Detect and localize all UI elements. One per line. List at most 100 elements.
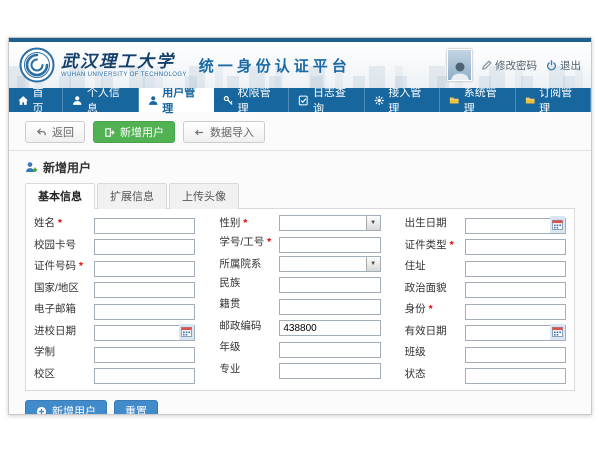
nav-item-user-management[interactable]: 用户管理 [139,88,214,112]
reset-button[interactable]: 重置 [114,400,158,415]
native-place-label: 籍贯 [219,296,279,315]
political-status-field [465,280,566,299]
data-import-label: 数据导入 [210,124,254,140]
home-icon [18,95,28,106]
class-label: 班级 [405,344,465,363]
grade-input[interactable] [279,342,380,358]
add-user-submit-button[interactable]: 新增用户 [25,400,107,415]
major-input[interactable] [279,363,380,379]
change-password-button[interactable]: 修改密码 [481,58,537,73]
user-icon [148,95,158,106]
political-status-input[interactable] [465,282,566,298]
logout-button[interactable]: 退出 [546,58,581,73]
section-header: 新增用户 [25,159,575,176]
campus-card-no-input[interactable] [94,239,195,255]
calendar-icon [552,219,563,230]
id-type-field [465,237,566,256]
power-icon [546,60,557,71]
dropdown-arrow-icon[interactable]: ▼ [366,257,380,271]
back-button[interactable]: 返回 [25,121,85,143]
school-system-input[interactable] [94,347,195,363]
identity-input[interactable] [465,304,566,320]
nav-label: 接入管理 [388,84,430,116]
status-field [465,366,566,385]
ethnicity-label: 民族 [219,275,279,294]
university-logo-icon [19,47,55,83]
calendar-icon [552,326,563,337]
folder-icon [449,95,459,106]
nav-label: 权限管理 [238,84,280,116]
postal-code-label: 邮政编码 [219,318,279,337]
native-place-input[interactable] [279,299,380,315]
nav-item-home[interactable]: 首页 [9,88,63,112]
email-input[interactable] [94,304,195,320]
ethnicity-input[interactable] [279,277,380,293]
nav-item-subscription-management[interactable]: 订阅管理 [516,88,591,112]
valid-date-calendar-button[interactable] [550,324,565,341]
tab-upload-avatar[interactable]: 上传头像 [169,183,239,209]
grade-field [279,339,380,358]
university-brand: 武汉理工大学 WUHAN UNIVERSITY OF TECHNOLOGY [61,53,187,78]
university-name-cn: 武汉理工大学 [61,53,187,72]
nav-item-log-query[interactable]: 日志查询 [289,88,364,112]
postal-code-field [279,318,380,337]
identity-label: 身份 [405,301,465,320]
gender-selected-value [280,216,365,230]
student-staff-id-field [279,234,380,253]
department-field: ▼ [279,256,380,272]
political-status-label: 政治面貌 [405,280,465,299]
dropdown-arrow-icon[interactable]: ▼ [366,216,380,230]
content-area: 返回 新增用户 数据导入 新增用户 基本信息 扩展信息 上传头像 姓 [9,112,591,415]
address-input[interactable] [465,261,566,277]
birth-date-label: 出生日期 [405,215,465,234]
form-column: 出生日期证件类型住址政治面貌身份有效日期班级状态 [405,215,566,384]
add-user-submit-label: 新增用户 [52,403,96,415]
nav-item-system-management[interactable]: 系统管理 [440,88,515,112]
data-import-button[interactable]: 数据导入 [183,121,265,143]
entry-date-label: 进校日期 [34,323,94,342]
department-select[interactable]: ▼ [279,256,380,272]
toolbar: 返回 新增用户 数据导入 [9,118,591,151]
campus-card-no-field [94,237,195,256]
add-user-icon [104,127,115,138]
user-avatar[interactable] [447,49,472,81]
add-user-label: 新增用户 [120,124,164,140]
tab-basic-info[interactable]: 基本信息 [25,183,95,209]
status-label: 状态 [405,366,465,385]
nav-item-permission-management[interactable]: 权限管理 [214,88,289,112]
school-system-field [94,344,195,363]
nav-item-access-management[interactable]: 接入管理 [365,88,440,112]
back-arrow-icon [36,127,47,138]
nav-label: 系统管理 [464,84,506,116]
address-label: 住址 [405,258,465,277]
id-number-input[interactable] [94,261,195,277]
nav-label: 首页 [32,84,53,116]
postal-code-input[interactable] [279,320,380,336]
campus-input[interactable] [94,368,195,384]
email-label: 电子邮箱 [34,301,94,320]
entry-date-calendar-button[interactable] [179,324,194,341]
person-add-icon [25,161,38,174]
add-user-toolbar-button[interactable]: 新增用户 [93,121,175,143]
student-staff-id-input[interactable] [279,237,380,253]
section-title: 新增用户 [43,159,91,176]
id-number-label: 证件号码 [34,258,94,277]
birth-date-calendar-button[interactable] [550,216,565,233]
id-type-input[interactable] [465,239,566,255]
tab-extended-info[interactable]: 扩展信息 [97,183,167,209]
native-place-field [279,296,380,315]
class-input[interactable] [465,347,566,363]
name-input[interactable] [94,218,195,234]
gender-field: ▼ [279,215,380,231]
department-label: 所属院系 [219,256,279,272]
id-number-field [94,258,195,277]
class-field [465,344,566,363]
nav-item-personal-info[interactable]: 个人信息 [63,88,138,112]
country-region-input[interactable] [94,282,195,298]
header-actions: 修改密码 退出 [447,49,581,81]
major-label: 专业 [219,361,279,380]
platform-title: 统一身份认证平台 [199,55,351,76]
gender-select[interactable]: ▼ [279,215,380,231]
status-input[interactable] [465,368,566,384]
log-check-icon [298,95,308,106]
